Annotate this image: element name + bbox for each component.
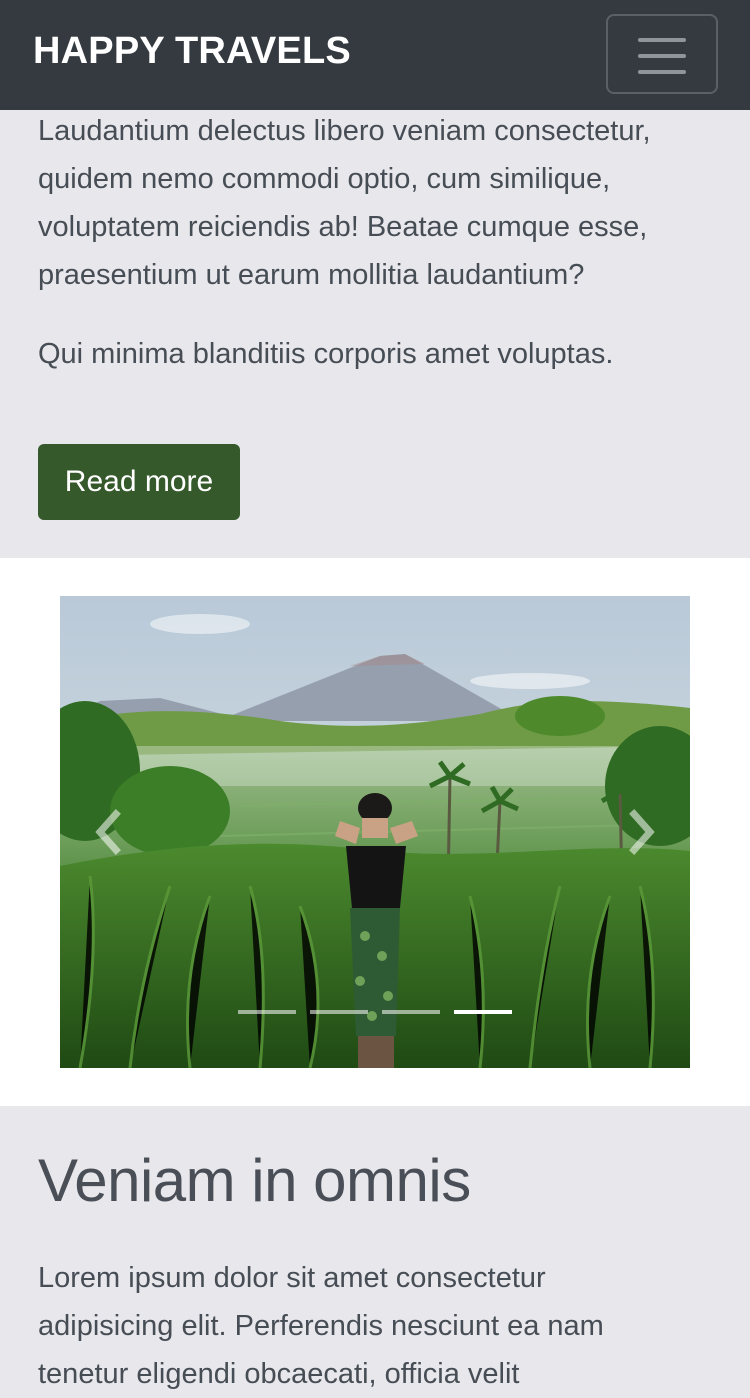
intro-paragraph-secondary: Qui minima blanditiis corporis amet volu… bbox=[38, 338, 614, 370]
section-heading: Veniam in omnis bbox=[38, 1147, 471, 1214]
intro-section: Laudantium delectus libero veniam consec… bbox=[0, 110, 750, 558]
section-body: Lorem ipsum dolor sit amet consectetur a… bbox=[38, 1262, 604, 1390]
image-carousel bbox=[60, 596, 690, 1068]
carousel-indicator[interactable] bbox=[310, 1010, 368, 1014]
carousel-indicator-active[interactable] bbox=[454, 1010, 512, 1014]
navbar: HAPPY TRAVELS bbox=[0, 0, 750, 110]
chevron-left-icon[interactable] bbox=[90, 802, 130, 862]
hamburger-menu-icon bbox=[638, 38, 686, 74]
hamburger-bar bbox=[638, 54, 686, 58]
hamburger-bar bbox=[638, 70, 686, 74]
read-more-button[interactable]: Read more bbox=[38, 444, 240, 520]
chevron-right-icon[interactable] bbox=[620, 802, 660, 862]
carousel-indicator[interactable] bbox=[382, 1010, 440, 1014]
carousel-section bbox=[0, 558, 750, 1106]
intro-paragraph: Laudantium delectus libero veniam consec… bbox=[38, 115, 651, 291]
carousel-indicators bbox=[238, 1010, 518, 1016]
brand-logo[interactable]: HAPPY TRAVELS bbox=[33, 30, 351, 73]
hamburger-bar bbox=[638, 38, 686, 42]
menu-toggle-button[interactable] bbox=[606, 14, 718, 94]
carousel-indicator[interactable] bbox=[238, 1010, 296, 1014]
carousel-slide-image bbox=[60, 596, 690, 1068]
content-section: Veniam in omnis Lorem ipsum dolor sit am… bbox=[0, 1106, 750, 1398]
